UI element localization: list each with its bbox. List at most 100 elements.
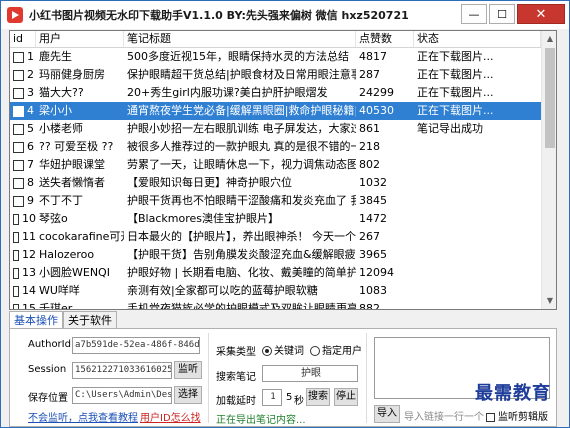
- row-checkbox[interactable]: [13, 177, 24, 189]
- row-id-cell[interactable]: 13: [10, 264, 36, 282]
- row-id-cell[interactable]: 8: [10, 174, 36, 192]
- table-row[interactable]: 6 ?? 可爱至极 ?? 被很多人推荐过的一款护眼丸 真的是很不错的一... 218: [10, 138, 541, 156]
- table-row[interactable]: 7 华妞护眼课堂 劳累了一天，让眼睛休息一下，视力调焦动态图。 802: [10, 156, 541, 174]
- table-row[interactable]: 12 Halozeroo 【护眼干货】告别角膜发炎酸涩充血&缓解眼疲劳 ... 396…: [10, 246, 541, 264]
- table-row[interactable]: 2 玛丽健身厨房 保护眼睛超干货总结|护眼食材及日常用眼注意事... 287 正在下载图…: [10, 66, 541, 84]
- row-status: 正在下载图片...: [417, 104, 494, 117]
- row-id-cell[interactable]: 6: [10, 138, 36, 156]
- row-status: 正在下载图片...: [417, 50, 494, 63]
- radio-specified-user[interactable]: 指定用户: [310, 342, 362, 357]
- table-row[interactable]: 3 猫大大?? 20+秀生girl内服功课?美白护肝护眼熠发 24299 正在下载图片.…: [10, 84, 541, 102]
- row-id-cell[interactable]: 12: [10, 246, 36, 264]
- column-header-title[interactable]: 笔记标题: [124, 31, 356, 47]
- table-row[interactable]: 10 琴弦o 【Blackmores澳佳宝护眼片】 1472: [10, 210, 541, 228]
- row-id-cell[interactable]: 9: [10, 192, 36, 210]
- table-row[interactable]: 8 送失者懒惰者 【爱眼知识每日更】神奇护眼穴位 1032: [10, 174, 541, 192]
- session-field[interactable]: 1562122710336160253€: [72, 362, 172, 379]
- row-likes: 3965: [359, 248, 387, 261]
- row-user: Halozeroo: [39, 248, 95, 261]
- authorid-field[interactable]: a7b591de-52ea-486f-846d-e7: [72, 337, 200, 354]
- search-keyword-field[interactable]: 护眼: [262, 365, 358, 382]
- row-checkbox[interactable]: [13, 267, 19, 279]
- row-title: 通宵熬夜学生党必备|缓解黑眼圈|救命护眼秘籍|眼...: [127, 104, 356, 117]
- row-user: 华妞护眼课堂: [39, 158, 105, 171]
- row-id: 9: [27, 194, 34, 207]
- row-checkbox[interactable]: [13, 231, 19, 243]
- radio-user-label: 指定用户: [322, 346, 362, 357]
- row-checkbox[interactable]: [13, 69, 24, 81]
- row-checkbox[interactable]: [13, 159, 24, 171]
- checkbox-icon[interactable]: [486, 412, 495, 422]
- minimize-button[interactable]: —: [461, 4, 487, 24]
- column-header-likes[interactable]: 点赞数: [356, 31, 414, 47]
- row-id: 3: [27, 86, 34, 99]
- row-title: 20+秀生girl内服功课?美白护肝护眼熠发: [127, 86, 328, 99]
- row-status: [414, 246, 541, 264]
- table-row[interactable]: 15 千琪er 手机党夜猫族必学的护眼模式及双眸让眼睛更亮... 882: [10, 300, 541, 309]
- row-likes: 218: [359, 140, 380, 153]
- column-header-status[interactable]: 状态: [414, 31, 541, 47]
- tab-about-software[interactable]: 关于软件: [63, 311, 117, 329]
- scrollbar-thumb[interactable]: [545, 48, 555, 148]
- row-checkbox[interactable]: [13, 105, 24, 117]
- vertical-scrollbar[interactable]: ▲ ▼: [541, 31, 556, 309]
- find-userid-link[interactable]: 用户ID怎么找: [140, 409, 201, 424]
- maximize-button[interactable]: ☐: [489, 4, 515, 24]
- row-status: [414, 228, 541, 246]
- row-checkbox[interactable]: [13, 141, 24, 153]
- row-checkbox[interactable]: [13, 249, 19, 261]
- radio-user-icon[interactable]: [310, 346, 320, 356]
- table-row[interactable]: 9 不丁不丁 护眼干货再也不怕眼睛干涩酸痛和发炎充血了 我本...3845: [10, 192, 541, 210]
- row-likes: 3845: [359, 194, 387, 207]
- listen-tutorial-link[interactable]: 不会监听，点我查看教程: [28, 409, 138, 424]
- scroll-down-arrow-icon[interactable]: ▼: [542, 293, 556, 309]
- stop-button[interactable]: 停止: [334, 388, 358, 406]
- row-status: [414, 264, 541, 282]
- divider: [366, 333, 367, 423]
- save-location-field[interactable]: C:\Users\Admin\Deskt: [72, 387, 172, 404]
- row-user: 鹿先生: [39, 50, 72, 63]
- radio-keyword-icon[interactable]: [262, 346, 272, 356]
- table-row[interactable]: 11cocokarafine可开...日本最火的【护眼片】，养出眼神杀！ 今天一…: [10, 228, 541, 246]
- table-row[interactable]: 1 鹿先生 500多度近视15年，眼睛保持水灵的方法总结 4817 正在下载图片...: [10, 48, 541, 66]
- row-id-cell[interactable]: 7: [10, 156, 36, 174]
- row-id-cell[interactable]: 3: [10, 84, 36, 102]
- row-checkbox[interactable]: [13, 303, 19, 309]
- row-checkbox[interactable]: [13, 51, 24, 63]
- row-checkbox[interactable]: [13, 123, 24, 135]
- row-id-cell[interactable]: 15: [10, 300, 36, 309]
- row-likes: 267: [359, 230, 380, 243]
- monitor-check[interactable]: 监听剪辑版: [486, 408, 548, 423]
- row-checkbox[interactable]: [13, 285, 19, 297]
- row-checkbox[interactable]: [13, 213, 19, 225]
- column-header-id[interactable]: id: [10, 31, 36, 47]
- notes-table[interactable]: id 用户 笔记标题 点赞数 状态 1 鹿先生 500多度近视15年，眼睛保持水灵的…: [9, 30, 557, 310]
- table-row[interactable]: 5 小楼老师 护眼小妙招一左右眼肌训练 电子屏发达，大家过度...861 笔记导出成功: [10, 120, 541, 138]
- row-checkbox[interactable]: [13, 87, 24, 99]
- table-row[interactable]: 4 梁小小 通宵熬夜学生党必备|缓解黑眼圈|救命护眼秘籍|眼... 40530 正在下载…: [10, 102, 541, 120]
- row-user: 琴弦o: [39, 212, 68, 225]
- status-text: 正在导出笔记内容...: [216, 415, 306, 426]
- row-id-cell[interactable]: 4: [10, 102, 36, 120]
- row-id-cell[interactable]: 1: [10, 48, 36, 66]
- title-bar[interactable]: 小红书图片视频无水印下载助手V1.1.0 BY:先头强来偏树 微信 hxz520…: [1, 1, 569, 29]
- listen-button[interactable]: 监听: [174, 361, 202, 379]
- close-button[interactable]: ✕: [517, 4, 565, 24]
- row-checkbox[interactable]: [13, 195, 24, 207]
- row-id-cell[interactable]: 2: [10, 66, 36, 84]
- import-button[interactable]: 导入: [374, 405, 400, 423]
- radio-keyword[interactable]: 关键词: [262, 342, 304, 357]
- row-id-cell[interactable]: 10: [10, 210, 36, 228]
- row-id: 1: [27, 50, 34, 63]
- search-button[interactable]: 搜索: [306, 388, 330, 406]
- table-row[interactable]: 13 小圆脸WENQI 护眼好物 | 长期看电脑、化妆、戴美瞳的简单护理 12094: [10, 264, 541, 282]
- column-header-user[interactable]: 用户: [36, 31, 124, 47]
- delay-seconds-value: 5: [286, 392, 293, 403]
- row-id-cell[interactable]: 5: [10, 120, 36, 138]
- row-id-cell[interactable]: 11: [10, 228, 36, 246]
- row-id-cell[interactable]: 14: [10, 282, 36, 300]
- delay-field[interactable]: 1: [262, 389, 282, 406]
- choose-folder-button[interactable]: 选择: [174, 386, 202, 404]
- table-row[interactable]: 14 WU咩咩 亲测有效|全家都可以吃的蓝莓护眼软糖 1083: [10, 282, 541, 300]
- scroll-up-arrow-icon[interactable]: ▲: [542, 31, 556, 47]
